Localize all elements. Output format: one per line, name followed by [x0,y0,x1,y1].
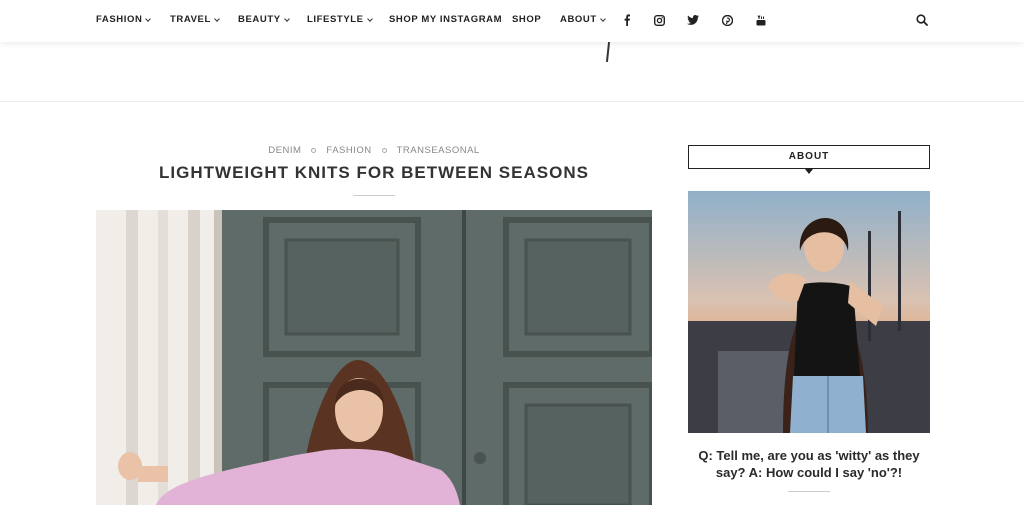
nav-item-lifestyle[interactable]: LIFESTYLE [307,14,373,25]
chevron-down-icon [283,15,290,22]
caret-down-icon [805,169,813,174]
nav-item-shop[interactable]: SHOP [512,14,541,25]
divider [788,491,830,492]
chevron-down-icon [366,15,373,22]
divider [353,195,395,196]
nav-item-beauty[interactable]: BEAUTY [238,14,290,25]
about-widget-title: ABOUT [688,145,930,169]
chevron-down-icon [214,15,220,22]
chevron-down-icon [145,15,152,22]
nav-item-fashion[interactable]: FASHION [96,14,152,25]
nav-item-shop-my-instagram[interactable]: SHOP MY INSTAGRAM [389,14,502,25]
category-link-transeasonal[interactable]: TRANSEASONAL [397,145,480,156]
facebook-icon[interactable] [620,13,634,27]
post-featured-image[interactable] [96,210,652,505]
about-quote: Q: Tell me, are you as 'witty' as they s… [698,448,920,480]
nav-item-about[interactable]: ABOUT [560,14,606,25]
separator-dot-icon [311,148,317,153]
twitter-icon[interactable] [686,13,700,27]
post-title[interactable]: LIGHTWEIGHT KNITS FOR BETWEEN SEASONS [96,163,652,183]
about-profile-image[interactable] [688,191,930,433]
post-categories: DENIM FASHION TRANSEASONAL [96,145,652,156]
chevron-down-icon [599,15,606,22]
pinterest-icon[interactable] [720,13,734,27]
instagram-icon[interactable] [652,13,666,27]
logo-area [0,42,1024,102]
top-navigation: FASHION TRAVEL BEAUTY LIFESTYLE SHOP MY … [0,0,1024,42]
youtube-icon[interactable] [754,13,768,27]
category-link-fashion[interactable]: FASHION [326,145,371,156]
category-link-denim[interactable]: DENIM [268,145,301,156]
nav-item-travel[interactable]: TRAVEL [170,14,220,25]
search-icon[interactable] [916,13,930,27]
separator-dot-icon [381,148,387,153]
